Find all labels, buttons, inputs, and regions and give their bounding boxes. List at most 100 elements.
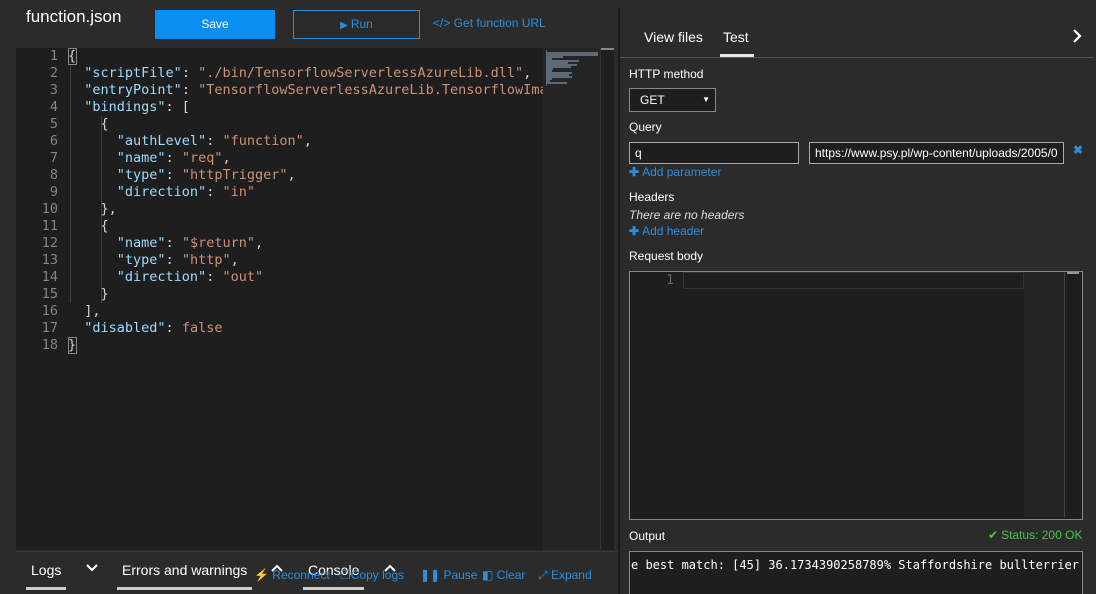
play-icon: ▶ [340,20,348,31]
line-number: 11 [41,218,58,234]
body-scrollbar-thumb[interactable] [1067,272,1079,274]
scrollbar-thumb[interactable] [601,48,614,50]
query-value-input[interactable]: https://www.psy.pl/wp-content/uploads/20… [809,142,1064,164]
add-header-link[interactable]: ✚ Add header [629,224,704,238]
chevron-right-icon[interactable] [1070,28,1084,44]
code-token: "name" [116,235,166,251]
code-line[interactable]: { [68,218,109,235]
pause-label: Pause [443,568,478,582]
get-function-url-link[interactable]: </> Get function URL [433,16,546,30]
code-token: "http" [181,252,231,268]
code-token: "scriptFile" [84,65,182,81]
code-line[interactable]: "name": "$return", [68,235,263,252]
remove-parameter-icon[interactable]: ✖ [1073,143,1083,157]
code-token: , [523,65,532,81]
function-editor-screen: function.json Save ▶ Run </> Get function… [0,0,1096,594]
code-token: , [222,150,231,166]
line-number: 1 [49,48,58,64]
request-body-editor[interactable]: 1 [629,271,1083,520]
code-line[interactable]: "type": "http", [68,252,239,269]
code-line[interactable]: "authLevel": "function", [68,133,312,150]
tab-console-underline [303,587,364,590]
code-token: "httpTrigger" [181,167,288,183]
code-token: { [68,218,109,234]
body-current-line[interactable] [683,272,1024,289]
query-name-input[interactable]: q [629,142,799,164]
line-number: 18 [41,337,58,353]
code-line[interactable]: ], [68,303,101,320]
code-token: "type" [116,252,166,268]
code-token: "TensorflowServerlessAzureLib.Tensorflow… [198,82,543,98]
http-method-value: GET [640,93,665,107]
add-parameter-link[interactable]: ✚ Add parameter [629,165,721,179]
tab-logs-underline [26,587,66,590]
tab-view-files[interactable]: View files [644,29,703,45]
line-number: 2 [49,65,58,81]
code-line[interactable]: "disabled": false [68,320,222,337]
code-token: "out" [222,269,264,285]
editor-scrollbar[interactable] [600,48,614,550]
code-line[interactable]: "entryPoint": "TensorflowServerlessAzure… [68,82,543,99]
bracket-match-highlight [68,337,77,354]
add-parameter-label: Add parameter [642,165,722,179]
code-token: : [181,65,199,81]
code-token: "in" [222,184,255,200]
line-number: 8 [49,167,58,183]
eraser-icon: ◧ [482,568,494,582]
copy-icon: ❐ [340,568,351,582]
code-line[interactable]: "bindings": [ [68,99,190,116]
headers-label: Headers [629,190,675,204]
line-number-gutter: 1 2 3 4 5 6 7 8 9 10 11 12 13 14 15 16 17 18 [16,48,62,550]
status-badge: ✔ Status: 200 OK [988,528,1082,542]
code-token: , [254,235,264,251]
output-box[interactable]: e best match: [45] 36.1734390258789% Sta… [629,551,1083,594]
clear-button[interactable]: ◧ Clear [482,568,525,582]
code-line[interactable]: "direction": "in" [68,184,255,201]
line-number: 7 [49,150,58,166]
code-token: : [165,252,182,268]
code-editor[interactable]: 1 2 3 4 5 6 7 8 9 10 11 12 13 14 15 16 17 18 { "scriptFil… [16,48,614,550]
clear-label: Clear [496,568,526,582]
status-text: Status: 200 OK [1001,528,1083,542]
plus-icon: ✚ [629,165,640,179]
expand-button[interactable]: ⤢ Expand [538,568,592,583]
tab-logs[interactable]: Logs [31,562,61,578]
editor-minimap[interactable] [543,48,600,550]
http-method-select[interactable]: GET ▼ [629,88,716,112]
test-panel: View files Test HTTP method GET ▼ Query q… [620,0,1096,594]
code-token: : [206,133,223,149]
line-number: 4 [49,99,58,115]
code-line[interactable]: }, [68,201,117,218]
code-token: "name" [116,150,166,166]
code-token: : [ [165,99,190,115]
code-panel: function.json Save ▶ Run </> Get function… [0,0,618,594]
save-button[interactable]: Save [155,10,275,39]
tab-test[interactable]: Test [723,29,749,45]
code-token: "function" [222,133,304,149]
plus-icon: ✚ [629,224,640,238]
copy-logs-button[interactable]: ❐Copy logs [340,568,404,582]
tab-errors-warnings[interactable]: Errors and warnings [122,562,247,578]
code-line[interactable]: "type": "httpTrigger", [68,167,296,184]
body-scrollbar[interactable] [1064,272,1082,517]
pause-button[interactable]: ❚❚ Pause [420,568,477,582]
bracket-match-highlight [68,48,77,65]
code-token: ], [68,303,101,319]
code-line[interactable]: "scriptFile": "./bin/TensorflowServerles… [68,65,531,82]
code-line[interactable]: { [68,116,109,133]
body-minimap [1024,272,1064,517]
chevron-down-icon[interactable] [85,561,99,575]
line-number: 5 [49,116,58,132]
code-line[interactable]: "name": "req", [68,150,231,167]
code-line[interactable]: "direction": "out" [68,269,263,286]
code-line[interactable]: } [68,286,109,303]
line-number: 13 [41,252,58,268]
run-button[interactable]: ▶ Run [293,10,420,39]
tabs-divider [620,57,1094,58]
code-area[interactable]: { "scriptFile": "./bin/TensorflowServerl… [68,48,543,550]
reconnect-button[interactable]: ⚡ Reconnect [254,568,330,582]
